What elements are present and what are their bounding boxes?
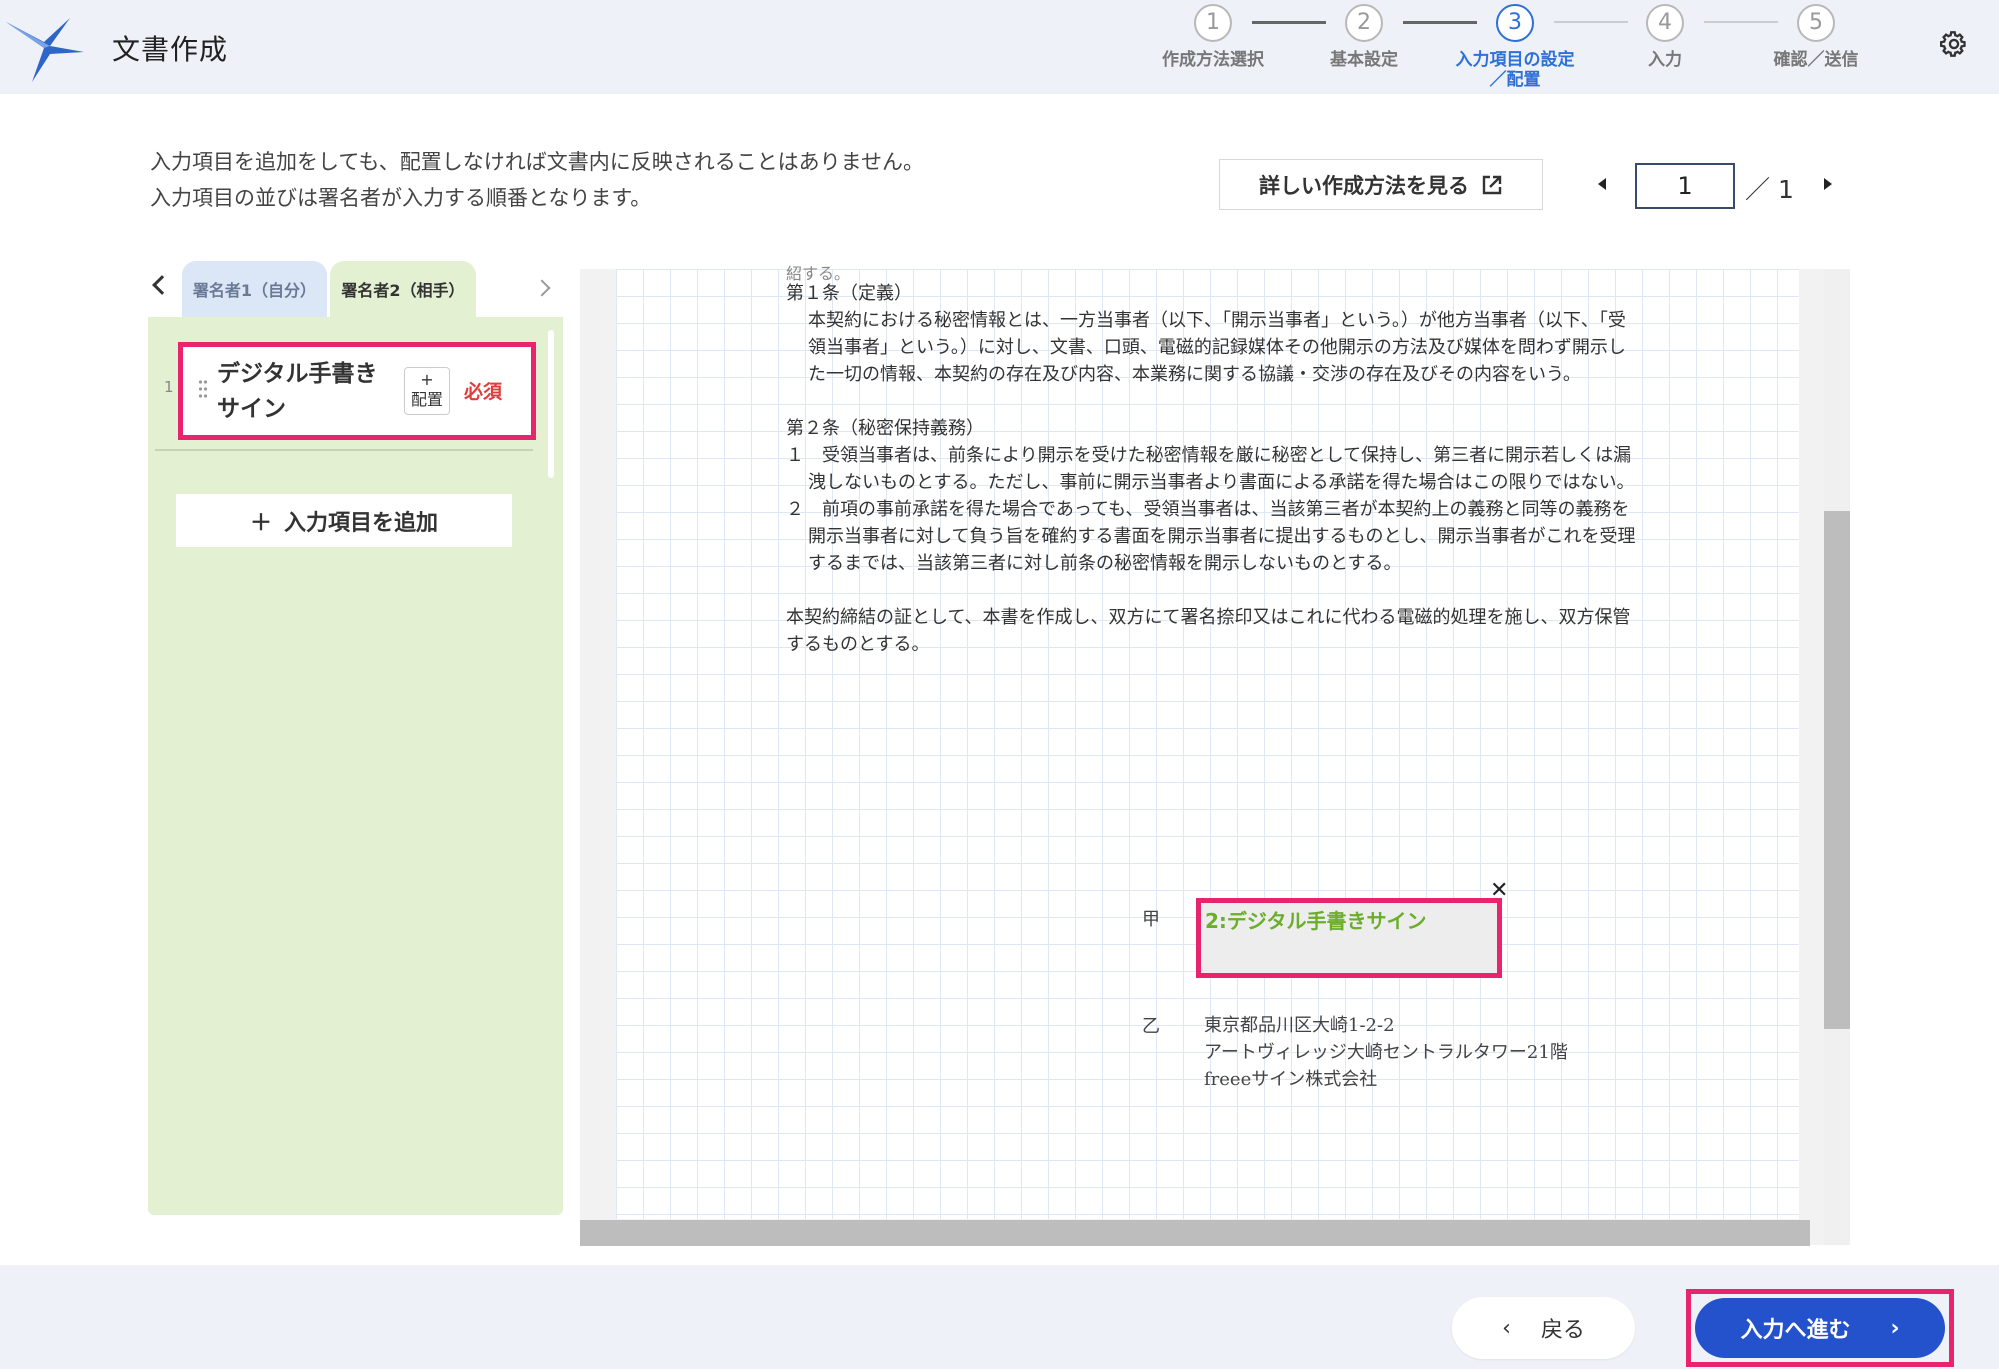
step-5: 5 確認／送信 [1741, 4, 1891, 70]
divider [155, 449, 533, 451]
chevron-left-icon[interactable] [152, 275, 172, 295]
required-badge: 必須 [464, 381, 503, 403]
back-button[interactable]: ‹ 戻る [1452, 1297, 1635, 1359]
party-b-address: 東京都品川区大崎1-2-2 アートヴィレッジ大崎セントラルタワー21階 free… [1204, 1015, 1568, 1090]
app-header: 文書作成 1 作成方法選択 2 基本設定 3 入力項目の設定／配置 4 入力 5… [0, 0, 1999, 94]
plus-icon: + [420, 370, 434, 389]
plus-icon: ＋ [249, 510, 272, 536]
next-button[interactable]: 入力へ進む › [1695, 1298, 1945, 1358]
tab-signer-2[interactable]: 署名者2（相手） [330, 261, 476, 317]
item-number: 1 [164, 378, 174, 396]
add-item-button[interactable]: ＋ 入力項目を追加 [176, 494, 512, 547]
paper-plane-logo-icon [6, 18, 84, 82]
document-paragraph: ２ 前項の事前承諾を得た場合であっても、受領当事者は、当該第三者が本契約上の義務… [786, 499, 1636, 574]
vertical-scrollbar[interactable] [1824, 511, 1850, 1029]
instructions: 入力項目を追加をしても、配置しなければ文書内に反映されることはありません。 入力… [150, 150, 925, 210]
party-a-label: 甲 [1142, 909, 1160, 930]
page-total: ／ 1 [1745, 175, 1794, 204]
howto-button[interactable]: 詳しい作成方法を見る [1219, 159, 1543, 210]
chevron-right-icon: › [1890, 1315, 1900, 1341]
next-page-icon[interactable] [1824, 178, 1832, 190]
app-title: 文書作成 [112, 33, 229, 66]
step-3: 3 入力項目の設定／配置 [1440, 4, 1590, 90]
external-link-icon [1482, 175, 1502, 194]
document-paragraph: 本契約締結の証として、本書を作成し、双方にて署名捺印又はこれに代わる電磁的処理を… [786, 607, 1631, 655]
page-number-input[interactable] [1635, 163, 1735, 209]
panel-scrollbar[interactable] [548, 330, 554, 478]
signature-field[interactable]: 2:デジタル手書きサイン [1196, 898, 1502, 978]
chevron-right-icon[interactable] [533, 279, 551, 297]
place-button[interactable]: + 配置 [404, 367, 450, 415]
input-item-card[interactable]: デジタル手書き サイン + 配置 必須 [178, 342, 536, 440]
document-paragraph: 第１条（定義） [786, 283, 912, 304]
drag-handle-icon[interactable] [198, 379, 208, 399]
chevron-left-icon: ‹ [1502, 1315, 1511, 1341]
step-4: 4 入力 [1590, 4, 1740, 70]
input-items-panel [148, 317, 563, 1215]
party-b-label: 乙 [1142, 1016, 1160, 1037]
document-paragraph: １ 受領当事者は、前条により開示を受けた秘密情報を厳に秘密として保持し、第三者に… [786, 445, 1635, 493]
item-name: デジタル手書き サイン [217, 361, 378, 422]
gear-icon[interactable] [1940, 30, 1968, 58]
horizontal-scrollbar[interactable] [580, 1220, 1810, 1246]
document-paragraph: 本契約における秘密情報とは、一方当事者（以下、「開示当事者」という。）が他方当事… [808, 310, 1626, 385]
step-1: 1 作成方法選択 [1138, 4, 1288, 70]
step-2: 2 基本設定 [1289, 4, 1439, 70]
document-paragraph: 第２条（秘密保持義務） [786, 418, 984, 439]
document-body: 第１条（定義） 本契約における秘密情報とは、一方当事者（以下、「開示当事者」という… [786, 280, 1636, 658]
prev-page-icon[interactable] [1598, 178, 1606, 190]
tab-signer-1[interactable]: 署名者1（自分） [182, 261, 327, 317]
